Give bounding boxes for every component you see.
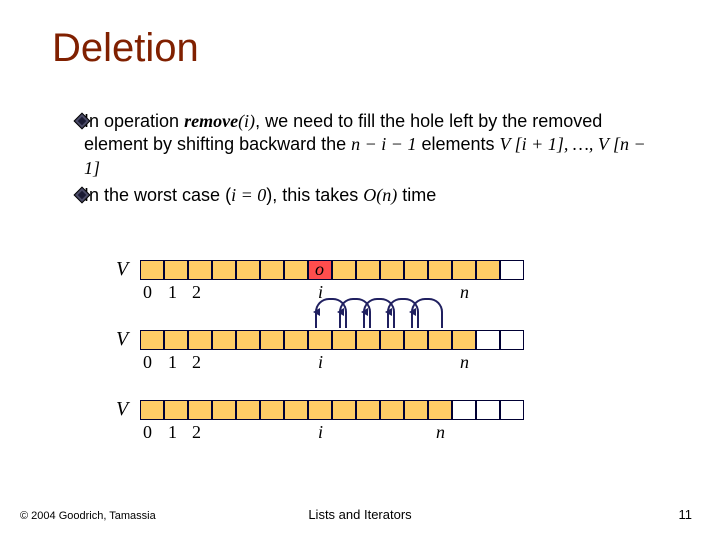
slide: { "title": "Deletion", "bullets": [ {"pr… [0,0,720,540]
idx-i: i [318,352,323,373]
shift-arcs [315,298,465,322]
array-cell [236,330,260,350]
array-cell [500,400,524,420]
array-cell [308,400,332,420]
idx-1: 1 [168,282,177,303]
array-cells-3 [140,400,524,420]
array-row-1: V o 0 1 2 i n [140,260,580,326]
idx-n: n [436,422,445,443]
array-cell [284,400,308,420]
array-cell [404,260,428,280]
diagram: V o 0 1 2 i n V 0 1 2 i n V 0 1 2 i n [140,260,580,490]
array-cell [332,330,356,350]
array-cell [452,400,476,420]
array-cell [188,400,212,420]
bullet-2: In the worst case (i = 0), this takes O(… [60,184,660,207]
array-cell [164,260,188,280]
bullet2-text: In the worst case (i = 0), this takes O(… [84,185,436,205]
array-row-2: V 0 1 2 i n [140,330,580,396]
array-cells-1 [140,260,524,280]
array-cell [164,330,188,350]
slide-number: 11 [679,507,693,522]
array-cell [212,400,236,420]
array-cell [356,330,380,350]
slide-body: In operation remove(i), we need to fill … [60,110,660,212]
array-cell [284,330,308,350]
idx-1: 1 [168,352,177,373]
array-cell [476,330,500,350]
array-cell [452,330,476,350]
array-cell [212,330,236,350]
idx-i: i [318,422,323,443]
array-row-3: V 0 1 2 i n [140,400,580,466]
array-cell [452,260,476,280]
idx-0: 0 [143,352,152,373]
array-label: V [116,398,128,421]
bullet1-text: In operation remove(i), we need to fill … [84,111,646,178]
array-cell [188,260,212,280]
footer-title: Lists and Iterators [0,507,720,522]
array-cell [476,400,500,420]
array-cell [404,330,428,350]
array-cell [140,260,164,280]
array-cell [476,260,500,280]
array-cell [428,330,452,350]
array-cell [308,330,332,350]
array-cell [332,400,356,420]
idx-0: 0 [143,422,152,443]
array-cell [380,330,404,350]
removed-element-label: o [315,259,324,280]
array-cells-2 [140,330,524,350]
array-cell [428,400,452,420]
array-cell [500,260,524,280]
idx-2: 2 [192,422,201,443]
array-cell [140,400,164,420]
array-cell [284,260,308,280]
idx-1: 1 [168,422,177,443]
array-cell [356,260,380,280]
array-label: V [116,258,128,281]
array-cell [140,330,164,350]
array-cell [236,260,260,280]
array-cell [260,260,284,280]
idx-2: 2 [192,352,201,373]
array-cell [212,260,236,280]
array-cell [164,400,188,420]
idx-0: 0 [143,282,152,303]
array-cell [380,400,404,420]
array-cell [236,400,260,420]
array-label: V [116,328,128,351]
idx-2: 2 [192,282,201,303]
array-cell [500,330,524,350]
bullet-1: In operation remove(i), we need to fill … [60,110,660,180]
array-cell [260,330,284,350]
array-cell [356,400,380,420]
array-cell [380,260,404,280]
array-cell [404,400,428,420]
array-cell [428,260,452,280]
array-cell [260,400,284,420]
idx-n: n [460,352,469,373]
array-cell [332,260,356,280]
array-cell [188,330,212,350]
slide-title: Deletion [52,26,199,71]
